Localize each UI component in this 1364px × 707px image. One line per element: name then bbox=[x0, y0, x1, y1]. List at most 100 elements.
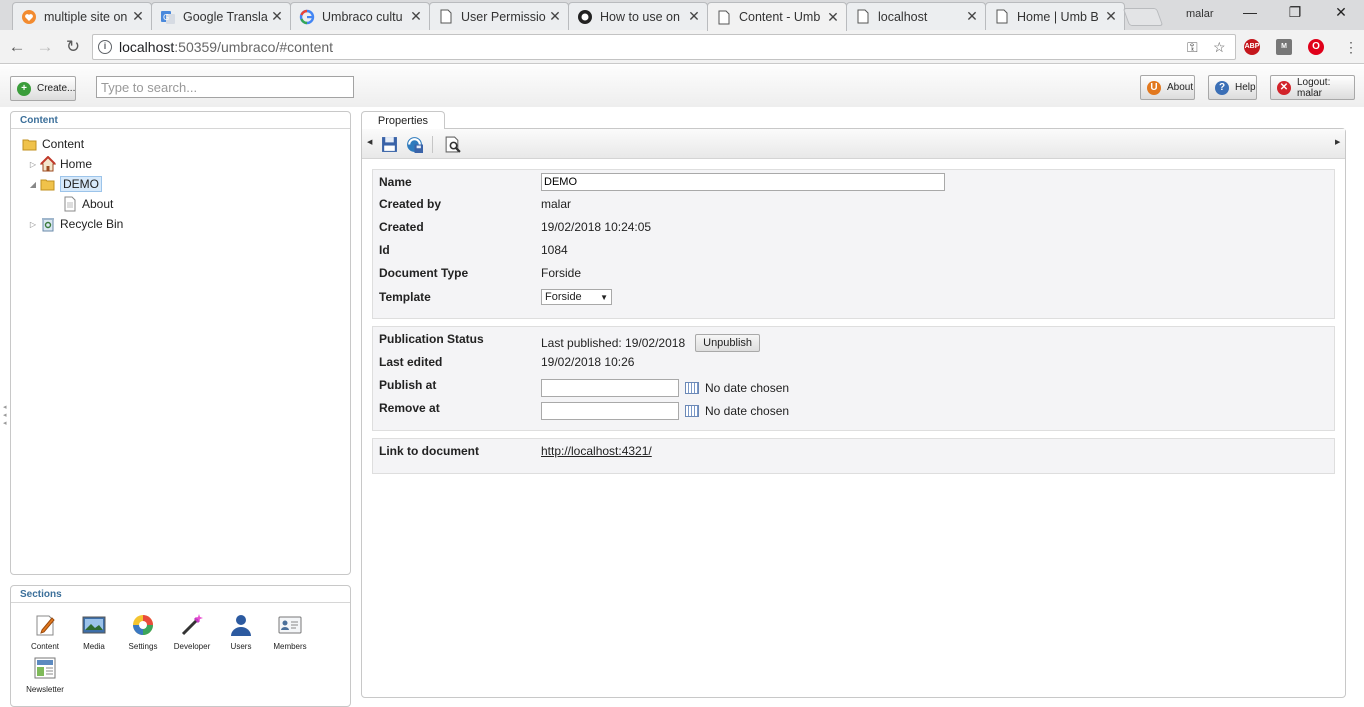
tree-node-home[interactable]: ▷ Home bbox=[28, 155, 92, 173]
close-tab-icon[interactable]: ✕ bbox=[687, 8, 701, 25]
tab-title: User Permissio bbox=[461, 9, 546, 24]
page-icon bbox=[716, 9, 732, 25]
chevron-down-icon: ▼ bbox=[600, 292, 608, 302]
tree-node-about[interactable]: About bbox=[60, 195, 113, 213]
section-settings[interactable]: Settings bbox=[120, 613, 166, 651]
new-tab-button[interactable] bbox=[1122, 8, 1164, 26]
property-label: Template bbox=[379, 290, 431, 304]
close-tab-icon[interactable]: ✕ bbox=[1104, 8, 1118, 25]
search-input[interactable] bbox=[96, 76, 354, 98]
document-link[interactable]: http://localhost:4321/ bbox=[541, 444, 652, 458]
browser-tab[interactable]: multiple site on ✕ bbox=[12, 2, 152, 30]
extension-m-icon[interactable]: M bbox=[1276, 39, 1292, 55]
tree-label-selected: DEMO bbox=[60, 176, 102, 192]
profile-name[interactable]: malar bbox=[1186, 8, 1214, 20]
address-bar[interactable]: i localhost:50359/umbraco/#content ⚿ ☆ bbox=[92, 34, 1236, 60]
opera-icon[interactable]: O bbox=[1308, 39, 1324, 55]
unpublish-button[interactable]: Unpublish bbox=[695, 334, 761, 352]
help-button[interactable]: ? Help bbox=[1208, 75, 1257, 100]
save-icon[interactable] bbox=[381, 136, 398, 153]
minimize-icon[interactable]: — bbox=[1234, 4, 1266, 24]
browser-tab[interactable]: Umbraco cultu ✕ bbox=[290, 2, 430, 30]
browser-tab[interactable]: localhost ✕ bbox=[846, 2, 986, 30]
key-icon[interactable]: ⚿ bbox=[1187, 39, 1198, 56]
section-label: Settings bbox=[128, 642, 158, 651]
section-members[interactable]: Members bbox=[267, 613, 313, 651]
close-tab-icon[interactable]: ✕ bbox=[270, 8, 284, 25]
property-row-document-type: Document Type Forside bbox=[379, 264, 1319, 282]
newsletter-section-icon bbox=[34, 657, 56, 679]
logout-button[interactable]: ✕ Logout: malar bbox=[1270, 75, 1355, 100]
calendar-icon[interactable] bbox=[685, 405, 699, 417]
create-button[interactable]: + Create... bbox=[10, 76, 76, 101]
save-and-publish-icon[interactable] bbox=[406, 136, 423, 153]
menu-icon[interactable]: ⋮ bbox=[1340, 37, 1362, 57]
browser-tab[interactable]: G Google Transla ✕ bbox=[151, 2, 291, 30]
settings-section-icon bbox=[133, 615, 153, 635]
reload-icon[interactable]: ↻ bbox=[62, 37, 84, 57]
section-users[interactable]: Users bbox=[218, 613, 264, 651]
browser-tab[interactable]: Home | Umb B ✕ bbox=[985, 2, 1125, 30]
properties-pane: Name Created by malar Created 19/02/2018… bbox=[372, 169, 1335, 319]
section-developer[interactable]: Developer bbox=[169, 613, 215, 651]
close-tab-icon[interactable]: ✕ bbox=[826, 9, 840, 26]
property-row-id: Id 1084 bbox=[379, 241, 1319, 259]
browser-tab-strip: multiple site on ✕ G Google Transla ✕ Um… bbox=[0, 0, 1364, 31]
property-label: Id bbox=[379, 243, 390, 257]
tree-node-content[interactable]: Content bbox=[20, 135, 84, 153]
tree-label: Content bbox=[42, 137, 85, 151]
property-label: Publish at bbox=[379, 378, 437, 392]
calendar-icon[interactable] bbox=[685, 382, 699, 394]
name-input[interactable] bbox=[541, 173, 945, 191]
browser-tab-active[interactable]: Content - Umb ✕ bbox=[707, 2, 847, 31]
browser-tab[interactable]: How to use on ✕ bbox=[568, 2, 708, 30]
sections-panel-header: Sections bbox=[11, 586, 350, 603]
tab-title: Content - Umb bbox=[739, 10, 821, 24]
section-label: Newsletter bbox=[26, 685, 64, 694]
expand-arrow-icon[interactable]: ▷ bbox=[28, 220, 38, 229]
browser-tab[interactable]: User Permissio ✕ bbox=[429, 2, 569, 30]
publish-at-input[interactable] bbox=[541, 379, 679, 397]
section-newsletter[interactable]: Newsletter bbox=[22, 656, 68, 694]
tree-node-demo[interactable]: ◢ DEMO bbox=[28, 175, 102, 193]
preview-icon[interactable] bbox=[444, 136, 461, 153]
property-value: No date chosen bbox=[705, 381, 790, 395]
tab-properties[interactable]: Properties bbox=[361, 111, 445, 129]
close-tab-icon[interactable]: ✕ bbox=[131, 8, 145, 25]
close-window-icon[interactable]: ✕ bbox=[1325, 4, 1357, 24]
tree-label: About bbox=[82, 197, 114, 211]
section-content[interactable]: Content bbox=[22, 613, 68, 651]
forward-icon[interactable]: → bbox=[34, 37, 56, 57]
editor-panel: ◀ ▶ Name Created by malar Created 19/02/… bbox=[361, 128, 1346, 698]
property-value: No date chosen bbox=[705, 404, 790, 418]
restore-icon[interactable]: ❐ bbox=[1279, 4, 1311, 24]
section-media[interactable]: Media bbox=[71, 613, 117, 651]
property-value: Forside bbox=[541, 266, 582, 280]
property-value: Last published: 19/02/2018 bbox=[541, 336, 686, 350]
remove-at-input[interactable] bbox=[541, 402, 679, 420]
create-label: Create... bbox=[37, 83, 76, 94]
url-host: localhost bbox=[119, 39, 175, 55]
splitter-handle[interactable]: ◂ ◂ ◂ bbox=[3, 404, 7, 428]
google-translate-icon: G bbox=[160, 9, 176, 25]
back-icon[interactable]: ← bbox=[6, 37, 28, 57]
adblock-icon[interactable]: ABP bbox=[1244, 39, 1260, 55]
scroll-right-icon[interactable]: ▶ bbox=[1335, 138, 1340, 146]
property-row-link: Link to document http://localhost:4321/ bbox=[379, 442, 1319, 460]
scroll-left-icon[interactable]: ◀ bbox=[367, 138, 372, 146]
url-path: :50359/umbraco/#content bbox=[174, 39, 334, 55]
template-select[interactable]: Forside ▼ bbox=[541, 289, 612, 305]
info-icon[interactable]: i bbox=[98, 40, 112, 54]
browser-navbar: ← → ↻ i localhost:50359/umbraco/#content… bbox=[0, 30, 1364, 64]
expand-arrow-icon[interactable]: ▷ bbox=[28, 160, 38, 169]
close-tab-icon[interactable]: ✕ bbox=[409, 8, 423, 25]
collapse-arrow-icon[interactable]: ◢ bbox=[28, 180, 38, 189]
tree-node-recycle-bin[interactable]: ▷ Recycle Bin bbox=[28, 215, 123, 233]
star-icon[interactable]: ☆ bbox=[1213, 39, 1226, 56]
close-tab-icon[interactable]: ✕ bbox=[965, 8, 979, 25]
address-url[interactable]: localhost:50359/umbraco/#content bbox=[119, 39, 333, 55]
content-section-icon bbox=[36, 615, 55, 636]
section-label: Users bbox=[230, 642, 252, 651]
close-tab-icon[interactable]: ✕ bbox=[548, 8, 562, 25]
about-button[interactable]: U About bbox=[1140, 75, 1195, 100]
